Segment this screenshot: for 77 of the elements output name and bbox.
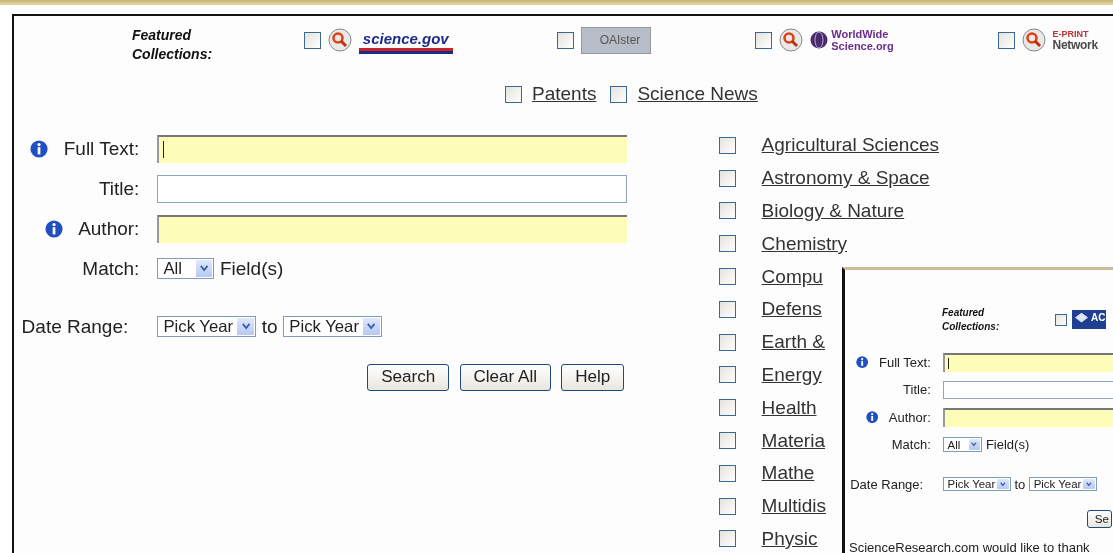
- field-label: Match:: [891, 437, 931, 453]
- search-icon[interactable]: [779, 28, 804, 52]
- acknowledgement-text: ScienceResearch.com would like to thank: [848, 540, 1091, 553]
- match-select[interactable]: All: [943, 437, 982, 452]
- field-label: Full Text:: [63, 137, 140, 160]
- form-button[interactable]: Clear All: [459, 363, 551, 391]
- category-link[interactable]: Mathe: [761, 462, 815, 485]
- checkbox[interactable]: [718, 202, 736, 220]
- field-label: Title:: [903, 382, 931, 398]
- checkbox[interactable]: [556, 31, 574, 49]
- category-link[interactable]: Chemistry: [761, 232, 848, 255]
- checkbox[interactable]: [718, 333, 736, 351]
- form-button[interactable]: Se: [1086, 509, 1113, 529]
- info-icon[interactable]: [866, 411, 879, 424]
- category-link[interactable]: Health: [761, 396, 817, 419]
- category-link[interactable]: Physic: [761, 527, 818, 550]
- field-label: Author:: [888, 409, 931, 425]
- logo: OAIster: [580, 26, 652, 54]
- checkbox[interactable]: [718, 268, 736, 286]
- category-link[interactable]: Defens: [761, 298, 822, 321]
- range-separator: to: [1014, 476, 1026, 492]
- category-link[interactable]: Biology & Nature: [761, 200, 905, 222]
- checkbox[interactable]: [718, 432, 736, 450]
- field-label: Title:: [98, 177, 140, 200]
- checkbox[interactable]: [610, 85, 628, 103]
- featured-collections-label: Featured Collections:: [942, 306, 1001, 333]
- search-icon[interactable]: [1021, 28, 1046, 52]
- checkbox[interactable]: [718, 300, 736, 318]
- category-link[interactable]: Materia: [761, 429, 825, 452]
- collection-link[interactable]: Science News: [637, 83, 758, 105]
- text-field[interactable]: [157, 135, 627, 163]
- field-label: Date Range:: [850, 476, 924, 492]
- info-icon[interactable]: [30, 139, 49, 158]
- match-select[interactable]: All: [157, 258, 215, 280]
- category-link[interactable]: Earth &: [761, 331, 825, 354]
- field-suffix: Field(s): [985, 437, 1030, 453]
- checkbox[interactable]: [718, 136, 736, 154]
- checkbox[interactable]: [505, 85, 522, 103]
- category-link[interactable]: Compu: [761, 265, 823, 288]
- category-link[interactable]: Astronomy & Space: [761, 167, 930, 190]
- checkbox[interactable]: [718, 169, 736, 187]
- logo: science.gov: [358, 29, 453, 51]
- text-field[interactable]: [157, 214, 627, 243]
- checkbox[interactable]: [718, 464, 736, 482]
- year-select[interactable]: Pick Year: [157, 316, 257, 337]
- checkbox[interactable]: [718, 235, 736, 253]
- checkbox[interactable]: [718, 497, 736, 515]
- checkbox[interactable]: [997, 31, 1015, 49]
- field-suffix: Field(s): [219, 257, 284, 280]
- checkbox[interactable]: [718, 366, 736, 384]
- field-label: Match:: [82, 257, 140, 280]
- field-label: Date Range:: [21, 315, 129, 338]
- info-icon[interactable]: [44, 219, 63, 238]
- category-link[interactable]: Agricultural Sciences: [761, 134, 939, 157]
- info-icon[interactable]: [856, 356, 869, 369]
- checkbox[interactable]: [1055, 313, 1067, 326]
- year-select[interactable]: Pick Year: [1029, 477, 1097, 492]
- logo: E-PRINT Network: [1052, 29, 1098, 51]
- form-button[interactable]: Search: [367, 363, 450, 391]
- logo: WorldWide Science.org: [810, 27, 894, 53]
- category-link[interactable]: Energy: [761, 363, 822, 386]
- year-select[interactable]: Pick Year: [943, 477, 1011, 492]
- category-link[interactable]: Multidis: [761, 495, 826, 518]
- year-select[interactable]: Pick Year: [283, 316, 382, 337]
- checkbox[interactable]: [303, 31, 321, 49]
- field-label: Full Text:: [879, 355, 931, 371]
- field-label: Author:: [78, 217, 140, 240]
- range-separator: to: [261, 315, 278, 338]
- featured-collections-label: Featured Collections:: [132, 26, 214, 64]
- search-icon[interactable]: [327, 28, 352, 52]
- checkbox[interactable]: [755, 31, 773, 49]
- text-field[interactable]: [157, 175, 627, 203]
- collection-link[interactable]: Patents: [532, 83, 597, 105]
- logo: AC: [1072, 310, 1107, 329]
- checkbox[interactable]: [718, 530, 736, 548]
- checkbox[interactable]: [718, 399, 736, 417]
- form-button[interactable]: Help: [561, 363, 625, 391]
